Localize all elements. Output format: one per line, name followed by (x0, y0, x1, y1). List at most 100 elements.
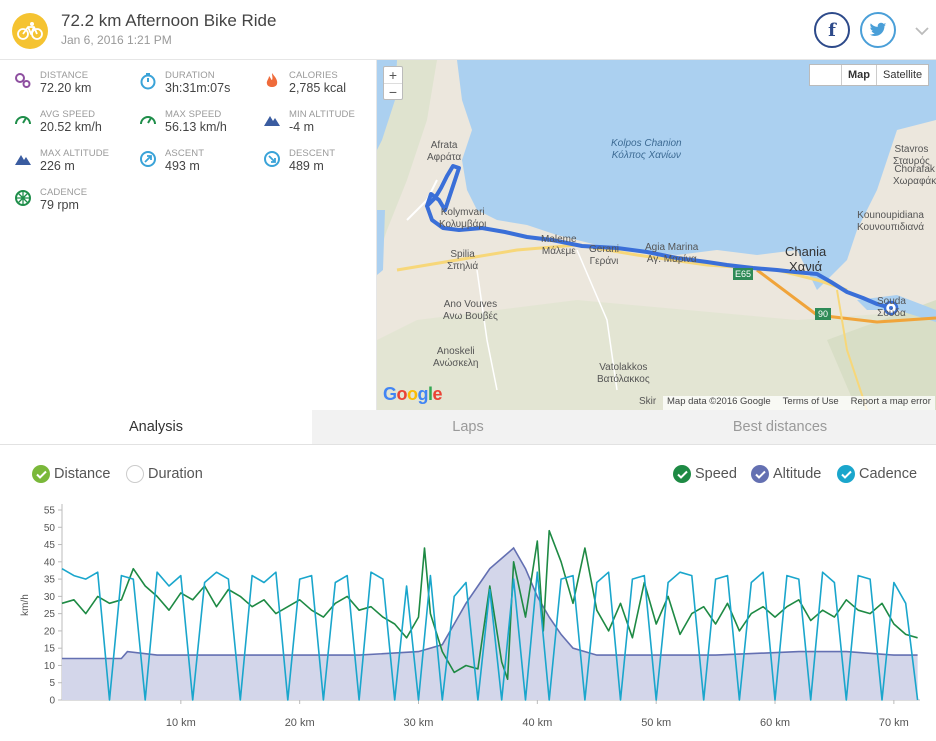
map-type-control[interactable]: Map Satellite (809, 64, 930, 86)
map-label-chorafakia: Chorafak Χωραφάκ (893, 164, 936, 187)
fullscreen-button[interactable] (810, 65, 842, 85)
zoom-control[interactable]: + − (383, 66, 403, 100)
map-label-anoskeli: Anoskeli Ανώσκελη (433, 346, 479, 369)
y-tick-label: 10 (44, 661, 56, 672)
zoom-out-button[interactable]: − (384, 84, 402, 101)
stat-value: 489 m (289, 159, 324, 173)
stat-label: DURATION (165, 70, 215, 81)
y-tick-label: 20 (44, 626, 56, 637)
stat-label: DISTANCE (40, 70, 89, 81)
map-label-gerani: Gerani Γεράνι (589, 244, 620, 267)
y-tick-label: 40 (44, 557, 56, 568)
map-label-agia-marina: Agia Marina Αγ. Μαρίνα (645, 242, 699, 265)
y-tick-label: 35 (44, 575, 56, 586)
y-tick-label: 55 (44, 506, 56, 517)
checkmark-icon (751, 465, 769, 483)
chevron-down-icon[interactable] (913, 22, 931, 40)
bike-icon (12, 13, 48, 49)
checkmark-icon (32, 465, 50, 483)
twitter-icon (869, 22, 887, 36)
stat-value: 2,785 kcal (289, 81, 346, 95)
map-data-text: Map data ©2016 Google (667, 396, 771, 407)
map-label-chania: Chania Χανιά (785, 244, 827, 274)
route-map[interactable]: + − Map Satellite Kolpos Chanion Κόλπος Χ… (377, 60, 936, 410)
report-map-error-link[interactable]: Report a map error (851, 396, 931, 410)
stat-value: 493 m (165, 159, 200, 173)
map-type-map[interactable]: Map (842, 65, 877, 85)
stat-value: 3h:31m:07s (165, 81, 231, 95)
y-tick-label: 15 (44, 644, 56, 655)
checkmark-icon (673, 465, 691, 483)
stat-value: 79 rpm (40, 198, 79, 212)
y-axis-title: km/h (20, 594, 31, 616)
toggle-distance[interactable]: Distance (32, 464, 110, 484)
stat-label: ASCENT (165, 148, 205, 159)
toggle-duration[interactable]: Duration (126, 464, 203, 484)
terms-of-use-link[interactable]: Terms of Use (783, 396, 839, 410)
stat-max-speed: MAX SPEED 56.13 km/h (139, 109, 259, 145)
stat-cadence: CADENCE 79 rpm (14, 187, 134, 223)
stat-min-altitude: MIN ALTITUDE -4 m (263, 109, 383, 145)
distance-icon (14, 72, 32, 90)
stat-descent: DESCENT 489 m (263, 148, 383, 184)
stat-value: 20.52 km/h (40, 120, 102, 134)
tab-best-distances[interactable]: Best distances (624, 410, 936, 444)
stat-label: DESCENT (289, 148, 336, 159)
stat-label: CADENCE (40, 187, 88, 198)
y-tick-label: 0 (49, 696, 55, 707)
map-label-afrata: Afrata Αφράτα (427, 140, 462, 163)
tab-analysis[interactable]: Analysis (0, 410, 312, 444)
tab-laps[interactable]: Laps (312, 410, 624, 444)
stat-label: CALORIES (289, 70, 338, 81)
analysis-tabs: Analysis Laps Best distances (0, 410, 936, 445)
map-label-spilia: Spilia Σπηλιά (447, 249, 479, 272)
zoom-in-button[interactable]: + (384, 67, 402, 84)
mountain-icon (14, 150, 32, 168)
ascent-icon (139, 150, 157, 168)
activity-title: 72.2 km Afternoon Bike Ride (61, 11, 277, 30)
stat-value: 56.13 km/h (165, 120, 227, 134)
cadence-icon (14, 189, 32, 207)
stopwatch-icon (139, 72, 157, 90)
stats-panel: DISTANCE 72.20 km DURATION 3h:31m:07s CALORI… (0, 60, 377, 410)
x-tick-label: 30 km (404, 717, 434, 729)
y-tick-label: 5 (49, 678, 55, 689)
map-label-gulf: Kolpos Chanion Κόλπος Χανίων (611, 138, 682, 161)
unchecked-circle-icon (126, 465, 144, 483)
stat-label: MAX SPEED (165, 109, 222, 120)
stat-ascent: ASCENT 493 m (139, 148, 259, 184)
road-badge-90: 90 (815, 308, 832, 320)
toggle-duration-label: Duration (148, 466, 203, 482)
stat-label: AVG SPEED (40, 109, 96, 120)
analysis-panel: Distance Duration Speed Altitude Cadence… (0, 445, 936, 741)
map-label-kounoupidiana: Kounoupidiana Κουνουπιδιανά (857, 210, 925, 233)
toggle-cadence[interactable]: Cadence (837, 464, 917, 484)
descent-icon (263, 150, 281, 168)
y-tick-label: 50 (44, 523, 56, 534)
activity-date: Jan 6, 2016 1:21 PM (61, 33, 172, 47)
y-tick-label: 45 (44, 540, 56, 551)
toggle-altitude-label: Altitude (773, 466, 822, 482)
toggle-altitude[interactable]: Altitude (751, 464, 821, 484)
x-tick-label: 10 km (166, 717, 196, 729)
x-tick-label: 50 km (641, 717, 671, 729)
stat-calories: CALORIES 2,785 kcal (263, 70, 383, 106)
toggle-speed-label: Speed (695, 466, 737, 482)
toggle-speed[interactable]: Speed (673, 464, 737, 484)
activity-header: 72.2 km Afternoon Bike Ride Jan 6, 2016 … (0, 0, 936, 60)
map-label-kolymvari: Kolymvari Κολυμβάρι (439, 207, 487, 230)
map-label-cut: Skir (639, 396, 657, 407)
y-tick-label: 25 (44, 609, 56, 620)
map-label-souda: Souda Σούδα (877, 296, 906, 319)
facebook-share-button[interactable]: f (814, 12, 850, 48)
google-logo: Google (383, 384, 443, 404)
map-type-satellite[interactable]: Satellite (877, 65, 928, 85)
x-tick-label: 40 km (522, 717, 552, 729)
twitter-share-button[interactable] (860, 12, 896, 48)
stat-value: 226 m (40, 159, 75, 173)
toggle-distance-label: Distance (54, 466, 111, 482)
map-label-maleme: Maleme Μάλεμε (541, 234, 577, 257)
analysis-chart[interactable]: 0 5 10 15 20 25 30 35 40 45 50 55 km/h 10 km 20 km 30 k… (0, 500, 936, 741)
stat-label: MIN ALTITUDE (289, 109, 355, 120)
stat-duration: DURATION 3h:31m:07s (139, 70, 259, 106)
